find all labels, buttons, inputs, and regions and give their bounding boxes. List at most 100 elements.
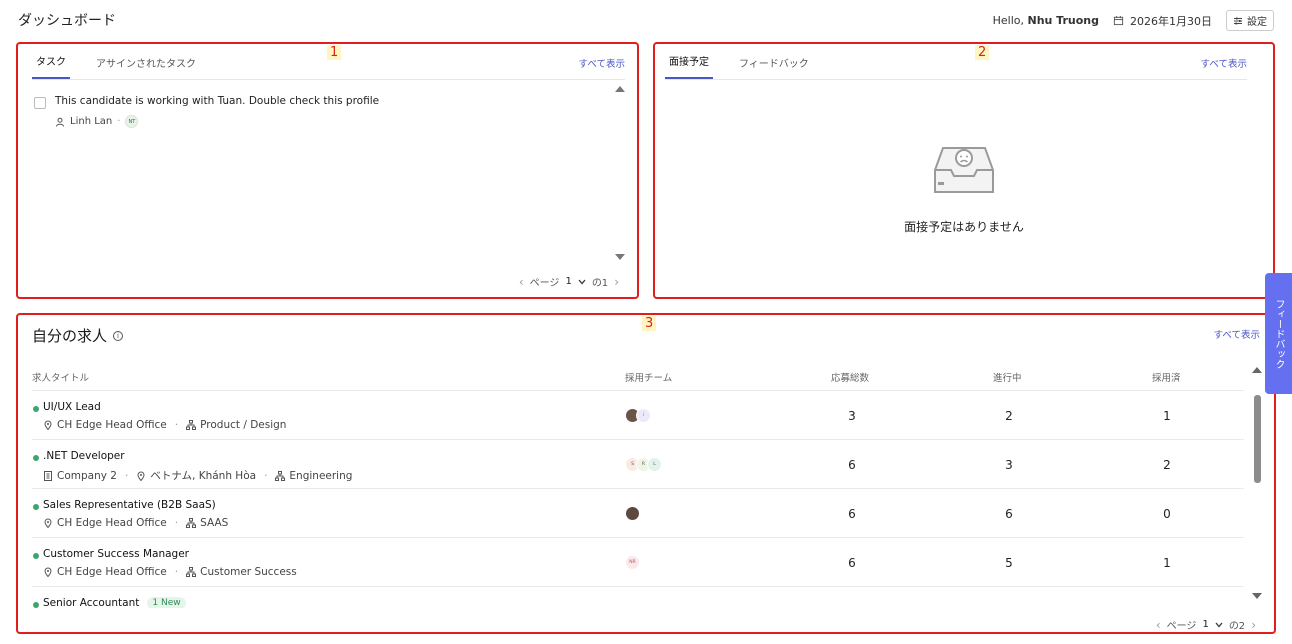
meta-separator: · [174, 566, 179, 578]
job-department: SAAS [200, 517, 229, 529]
greeting-prefix: Hello, [992, 14, 1028, 27]
tasks-pagination: ‹ ページ 1 の1 › [519, 274, 619, 290]
column-header-job-title[interactable]: 求人タイトル [32, 370, 89, 384]
department-icon [186, 518, 197, 528]
feedback-side-tab[interactable]: フィードバック [1265, 273, 1292, 394]
see-all-jobs-link[interactable]: すべて表示 [1214, 327, 1260, 341]
pager-label: ページ [1166, 621, 1197, 632]
job-title[interactable]: Sales Representative (B2B SaaS) [43, 499, 216, 511]
hired-count: 1 [1163, 556, 1171, 570]
scroll-up-arrow[interactable] [615, 86, 625, 92]
job-location: CH Edge Head Office [57, 419, 167, 431]
column-header-total-applicants[interactable]: 応募総数 [831, 370, 869, 384]
chevron-right-icon[interactable]: › [1251, 618, 1256, 632]
hiring-team [625, 506, 640, 521]
in-progress-count: 2 [1005, 409, 1013, 423]
scroll-down-arrow[interactable] [1252, 593, 1262, 599]
in-progress-count: 5 [1005, 556, 1013, 570]
chevron-left-icon[interactable]: ‹ [519, 275, 524, 289]
location-pin-icon [44, 420, 52, 430]
task-text[interactable]: This candidate is working with Tuan. Dou… [55, 95, 379, 107]
job-department: Customer Success [200, 566, 297, 578]
job-title-text[interactable]: Customer Success Manager [43, 548, 189, 560]
table-row[interactable]: Senior Accountant 1 New [32, 587, 1244, 608]
my-jobs-panel: 3 自分の求人 i すべて表示 求人タイトル 採用チーム 応募総数 進行中 採用… [16, 313, 1276, 634]
department-icon [186, 567, 197, 577]
hired-count: 1 [1163, 409, 1171, 423]
job-company: Company 2 [57, 469, 117, 482]
date-display: 2026年1月30日 [1113, 13, 1212, 29]
total-applicants: 6 [848, 458, 856, 472]
sliders-icon [1234, 17, 1242, 24]
job-title-text[interactable]: UI/UX Lead [43, 401, 101, 413]
job-location: ベトナム, Khánh Hòa [150, 470, 257, 482]
table-row[interactable]: UI/UX Lead CH Edge Head Office · Product… [32, 391, 1244, 440]
job-title-text[interactable]: Sales Representative (B2B SaaS) [43, 499, 216, 511]
task-meta: Linh Lan · NT [55, 115, 139, 128]
see-all-interviews-link[interactable]: すべて表示 [1201, 56, 1247, 70]
location-pin-icon [44, 567, 52, 577]
status-dot [33, 504, 39, 510]
jobs-table-body: UI/UX Lead CH Edge Head Office · Product… [32, 391, 1244, 608]
meta-separator: · [117, 116, 121, 127]
status-dot [33, 553, 39, 559]
scrollbar-thumb[interactable] [1254, 395, 1261, 483]
table-row[interactable]: .NET Developer Company 2 · ベトナム, Khánh H… [32, 440, 1244, 489]
empty-state-text: 面接予定はありません [904, 220, 1024, 234]
location-pin-icon [137, 471, 145, 481]
meta-separator: · [124, 469, 129, 482]
job-title[interactable]: UI/UX Lead [43, 401, 101, 413]
settings-label: 設定 [1247, 17, 1267, 28]
jobs-table-header: 求人タイトル 採用チーム 応募総数 進行中 採用済 [32, 365, 1244, 391]
panel-number: 3 [642, 316, 657, 331]
table-row[interactable]: Sales Representative (B2B SaaS) CH Edge … [32, 489, 1244, 538]
job-title-text[interactable]: Senior Accountant [43, 597, 139, 608]
column-header-hired[interactable]: 採用済 [1152, 370, 1181, 384]
greeting: Hello, Nhu Truong [993, 14, 1099, 27]
building-icon [44, 470, 52, 481]
meta-separator: · [174, 419, 179, 431]
jobs-pagination: ‹ ページ 1 の2 › [1156, 617, 1256, 633]
scroll-up-arrow[interactable] [1252, 367, 1262, 373]
pager-current-page[interactable]: 1 [565, 276, 571, 287]
column-header-hiring-team[interactable]: 採用チーム [625, 370, 672, 384]
tab-assigned-tasks[interactable]: アサインされたタスク [92, 55, 200, 79]
user-icon [56, 117, 64, 127]
table-row[interactable]: Customer Success Manager CH Edge Head Of… [32, 538, 1244, 587]
total-applicants: 3 [848, 409, 856, 423]
column-header-in-progress[interactable]: 進行中 [993, 370, 1022, 384]
job-title-text[interactable]: .NET Developer [43, 450, 125, 462]
chevron-down-icon[interactable] [1215, 622, 1223, 628]
info-icon[interactable]: i [113, 330, 124, 341]
scroll-down-arrow[interactable] [615, 254, 625, 260]
department-icon [186, 420, 197, 430]
tab-tasks[interactable]: タスク [32, 53, 70, 79]
job-title[interactable]: .NET Developer [43, 450, 125, 462]
header-right: Hello, Nhu Truong 2026年1月30日 設定 [993, 10, 1274, 31]
chevron-down-icon[interactable] [578, 279, 586, 285]
avatar: i [636, 408, 651, 423]
status-dot [33, 455, 39, 461]
tab-feedback[interactable]: フィードバック [735, 55, 813, 79]
hiring-team: i [625, 408, 651, 423]
interview-tabs: 面接予定 フィードバック [665, 50, 1247, 80]
hired-count: 2 [1163, 458, 1171, 472]
avatar: NT [125, 115, 139, 128]
interviews-panel: 2 面接予定 フィードバック すべて表示 面接予定はありません [653, 42, 1275, 299]
chevron-right-icon[interactable]: › [614, 275, 619, 289]
pager-current-page[interactable]: 1 [1202, 619, 1208, 630]
job-title[interactable]: Customer Success Manager [43, 548, 189, 560]
meta-separator: · [174, 517, 179, 529]
see-all-tasks-link[interactable]: すべて表示 [579, 56, 625, 70]
jobs-scrollbar[interactable] [1252, 367, 1262, 607]
section-title: 自分の求人 [32, 327, 108, 345]
job-meta: CH Edge Head Office · Product / Design [43, 419, 286, 431]
settings-button[interactable]: 設定 [1226, 10, 1274, 31]
avatar: NR [625, 555, 640, 570]
task-checkbox[interactable] [34, 97, 46, 109]
job-title[interactable]: Senior Accountant 1 New [43, 597, 186, 608]
chevron-left-icon[interactable]: ‹ [1156, 618, 1161, 632]
in-progress-count: 3 [1005, 458, 1013, 472]
department-icon [275, 470, 286, 481]
tab-interview-schedule[interactable]: 面接予定 [665, 53, 713, 79]
